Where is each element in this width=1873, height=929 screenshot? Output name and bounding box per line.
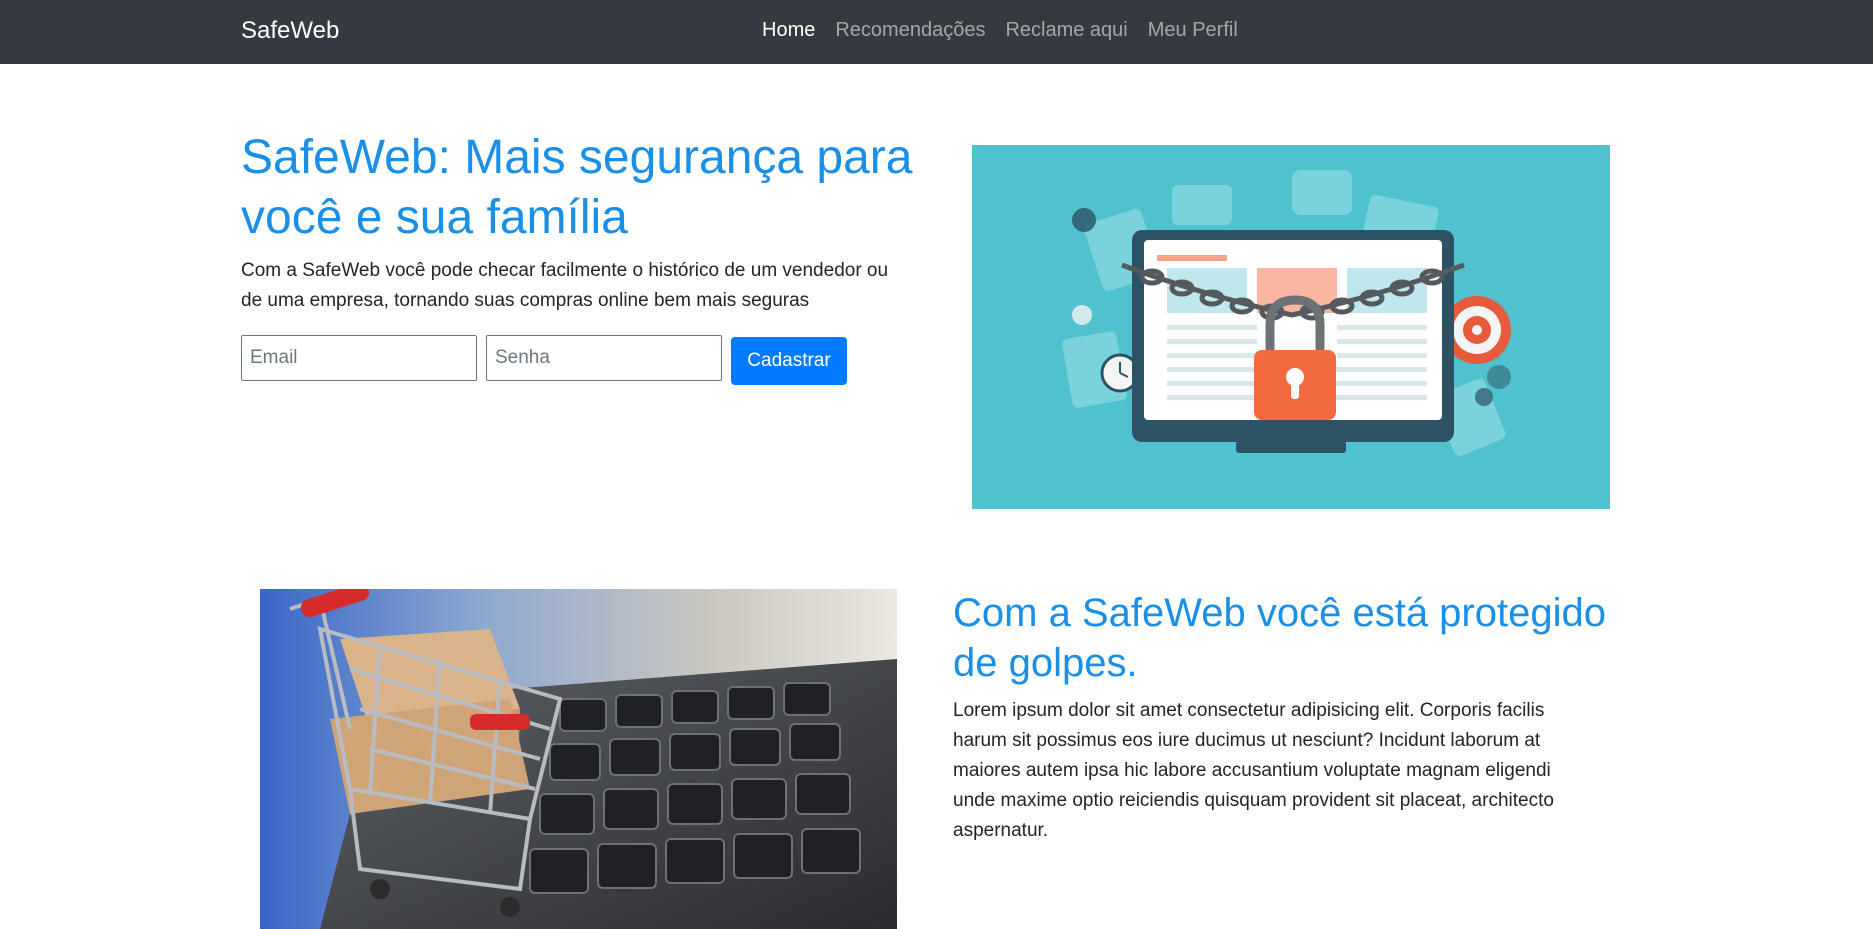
nav-links: Home Recomendações Reclame aqui Meu Perf… [762, 19, 1238, 42]
navbar: SafeWeb Home Recomendações Reclame aqui … [0, 0, 1873, 64]
nav-link-reclame-aqui[interactable]: Reclame aqui [1005, 19, 1127, 42]
nav-link-home[interactable]: Home [762, 19, 815, 42]
password-input[interactable] [486, 335, 722, 381]
brand-link[interactable]: SafeWeb [241, 17, 339, 45]
hero-title: SafeWeb: Mais segurança para você e sua … [241, 131, 913, 244]
shopping-cart-photo-svg [260, 589, 897, 929]
register-button[interactable]: Cadastrar [731, 337, 847, 385]
security-illustration [972, 145, 1610, 509]
nav-link-meu-perfil[interactable]: Meu Perfil [1148, 19, 1238, 42]
section-description: Lorem ipsum dolor sit amet consectetur a… [953, 700, 1554, 841]
shopping-cart-photo [260, 589, 897, 929]
hero-description: Com a SafeWeb você pode checar facilment… [241, 260, 889, 311]
email-input[interactable] [241, 335, 477, 381]
section-title: Com a SafeWeb você está protegido de gol… [953, 591, 1606, 685]
nav-link-recomendacoes[interactable]: Recomendações [835, 19, 985, 42]
security-illustration-svg [972, 145, 1610, 509]
